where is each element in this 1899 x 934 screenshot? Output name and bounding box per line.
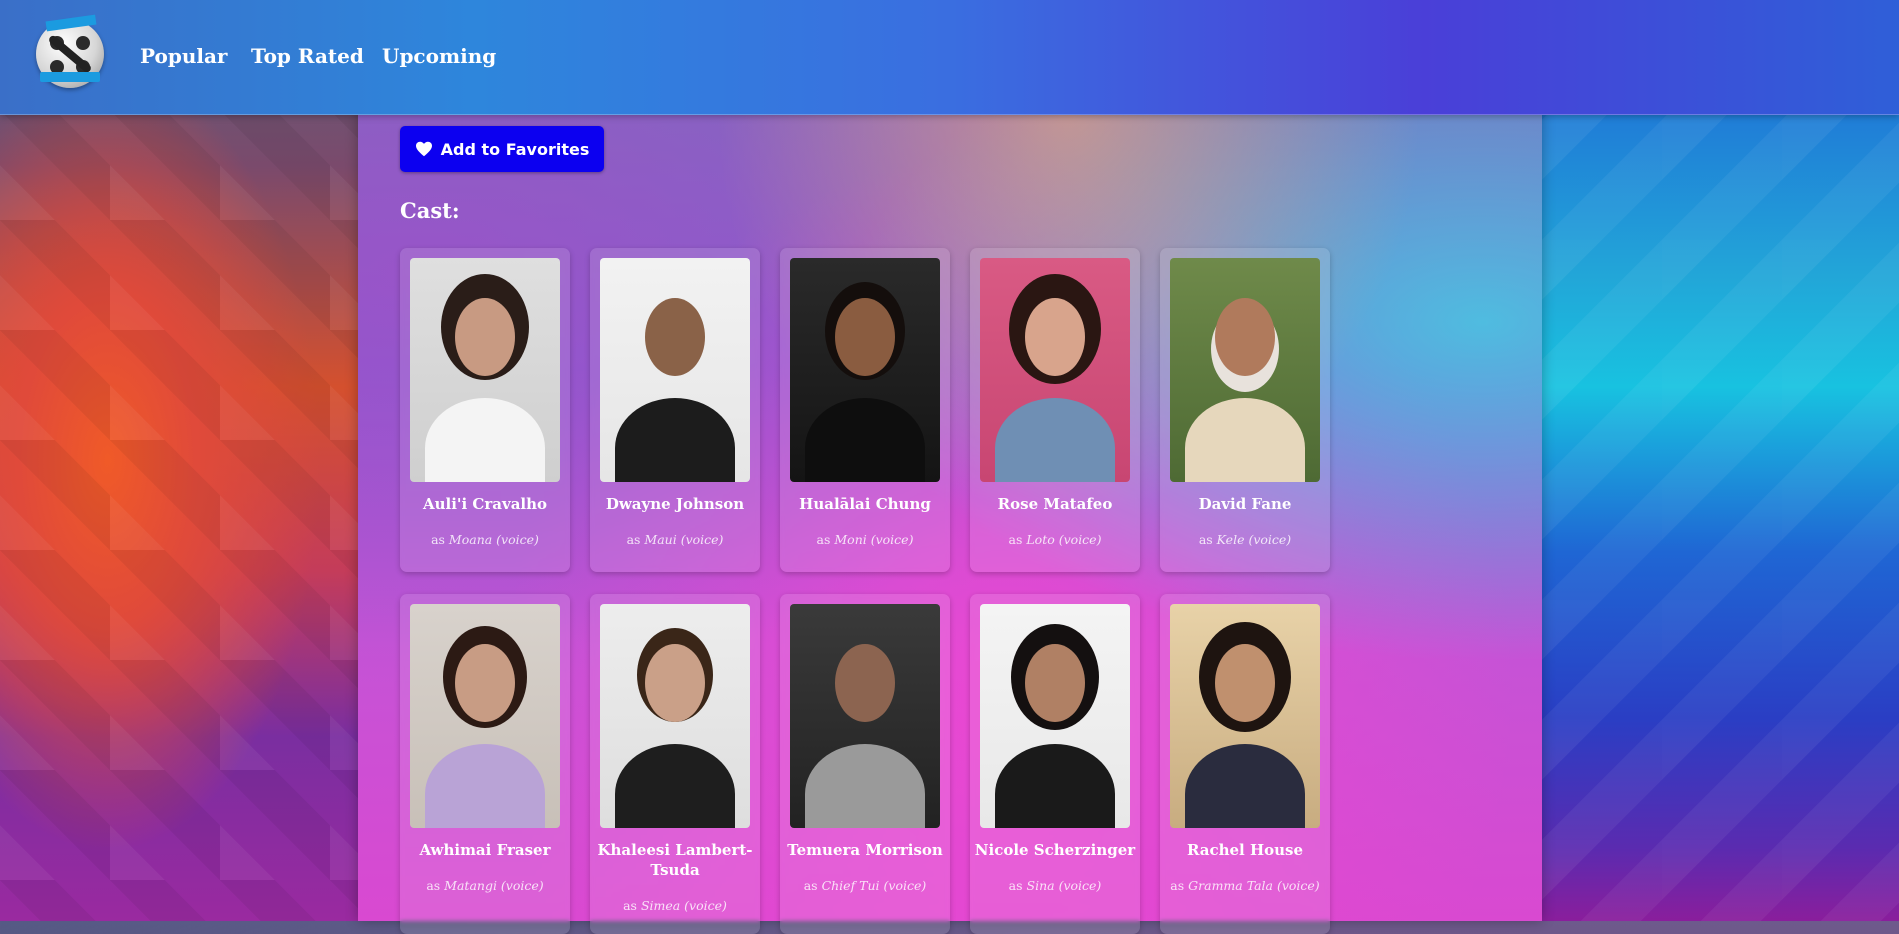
logo-film-strip-top [45, 14, 97, 32]
portrait-head [1025, 644, 1085, 722]
character-name: Matangi (voice) [444, 878, 544, 893]
portrait-head [1025, 298, 1085, 376]
portrait-body [995, 744, 1115, 828]
cast-photo [790, 604, 940, 828]
add-to-favorites-button[interactable]: Add to Favorites [400, 126, 604, 172]
character-name: Moana (voice) [448, 532, 539, 547]
cast-name: Dwayne Johnson [605, 495, 745, 513]
cast-name: Khaleesi Lambert-Tsuda [597, 841, 753, 879]
cast-role: as Matangi (voice) [404, 878, 566, 893]
cast-role: as Chief Tui (voice) [784, 878, 946, 893]
role-prefix: as [1008, 878, 1023, 893]
cast-photo [1170, 604, 1320, 828]
cast-card[interactable]: Nicole Scherzinger as Sina (voice) [970, 594, 1140, 934]
character-name: Gramma Tala (voice) [1188, 878, 1320, 893]
cast-card[interactable]: Dwayne Johnson as Maui (voice) [590, 248, 760, 572]
cast-name: Hualālai Chung [799, 495, 931, 513]
role-prefix: as [816, 532, 831, 547]
character-name: Moni (voice) [834, 532, 914, 547]
portrait-body [1185, 398, 1305, 482]
cast-role: as Sina (voice) [974, 878, 1136, 893]
add-to-favorites-label: Add to Favorites [440, 139, 590, 159]
portrait-body [805, 398, 925, 482]
character-name: Kele (voice) [1216, 532, 1292, 547]
cast-name: Temuera Morrison [787, 841, 943, 859]
portrait-body [425, 398, 545, 482]
portrait-body [1185, 744, 1305, 828]
cast-card[interactable]: Temuera Morrison as Chief Tui (voice) [780, 594, 950, 934]
cast-name: Nicole Scherzinger [974, 841, 1136, 859]
cast-card[interactable]: Hualālai Chung as Moni (voice) [780, 248, 950, 572]
cast-heading: Cast: [400, 198, 460, 223]
portrait-head [645, 644, 705, 722]
cast-photo [1170, 258, 1320, 482]
cast-name: Auli'i Cravalho [422, 495, 548, 513]
background-left [0, 0, 358, 921]
cast-card[interactable]: Auli'i Cravalho as Moana (voice) [400, 248, 570, 572]
heart-icon [415, 141, 432, 157]
role-prefix: as [626, 532, 641, 547]
cast-card[interactable]: Rachel House as Gramma Tala (voice) [1160, 594, 1330, 934]
cast-card[interactable]: Rose Matafeo as Loto (voice) [970, 248, 1140, 572]
portrait-head [1215, 298, 1275, 376]
portrait-body [995, 398, 1115, 482]
role-prefix: as [1008, 532, 1023, 547]
character-name: Simea (voice) [640, 898, 727, 913]
portrait-head [455, 644, 515, 722]
character-name: Chief Tui (voice) [821, 878, 927, 893]
role-prefix: as [803, 878, 818, 893]
cast-name: Rose Matafeo [997, 495, 1113, 513]
cast-card[interactable]: Awhimai Fraser as Matangi (voice) [400, 594, 570, 934]
logo-reel-hole [76, 36, 90, 50]
film-reel-logo-icon[interactable] [36, 14, 104, 88]
cast-role: as Moni (voice) [784, 532, 946, 547]
cast-role: as Kele (voice) [1164, 532, 1326, 547]
cast-photo [980, 604, 1130, 828]
navbar: Popular Top Rated Upcoming [0, 0, 1899, 115]
logo-film-strip [40, 72, 100, 82]
nav-link-top-rated[interactable]: Top Rated [251, 44, 364, 68]
role-prefix: as [431, 532, 445, 547]
cast-role: as Gramma Tala (voice) [1164, 878, 1326, 893]
cast-card[interactable]: Khaleesi Lambert-Tsuda as Simea (voice) [590, 594, 760, 934]
portrait-head [455, 298, 515, 376]
role-prefix: as [623, 898, 637, 913]
cast-role: as Maui (voice) [594, 532, 756, 547]
cast-photo [600, 258, 750, 482]
character-name: Maui (voice) [644, 532, 724, 547]
cast-photo [410, 258, 560, 482]
portrait-body [615, 744, 735, 828]
portrait-head [1215, 644, 1275, 722]
cast-role: as Loto (voice) [974, 532, 1136, 547]
portrait-body [425, 744, 545, 828]
cast-photo [410, 604, 560, 828]
character-name: Loto (voice) [1026, 532, 1102, 547]
portrait-head [645, 298, 705, 376]
role-prefix: as [426, 878, 441, 893]
portrait-head [835, 644, 895, 722]
cast-name: Rachel House [1186, 841, 1304, 859]
cast-photo [600, 604, 750, 828]
cast-role: as Moana (voice) [404, 532, 566, 547]
cast-name: David Fane [1198, 495, 1292, 513]
nav-link-upcoming[interactable]: Upcoming [382, 44, 496, 68]
cast-name: Awhimai Fraser [419, 841, 551, 859]
cast-photo [790, 258, 940, 482]
role-prefix: as [1198, 532, 1213, 547]
portrait-head [835, 298, 895, 376]
background-right [1542, 0, 1899, 921]
portrait-body [615, 398, 735, 482]
cast-card[interactable]: David Fane as Kele (voice) [1160, 248, 1330, 572]
cast-photo [980, 258, 1130, 482]
cast-role: as Simea (voice) [594, 898, 756, 913]
character-name: Sina (voice) [1026, 878, 1102, 893]
role-prefix: as [1170, 878, 1185, 893]
nav-link-popular[interactable]: Popular [140, 44, 227, 68]
portrait-body [805, 744, 925, 828]
